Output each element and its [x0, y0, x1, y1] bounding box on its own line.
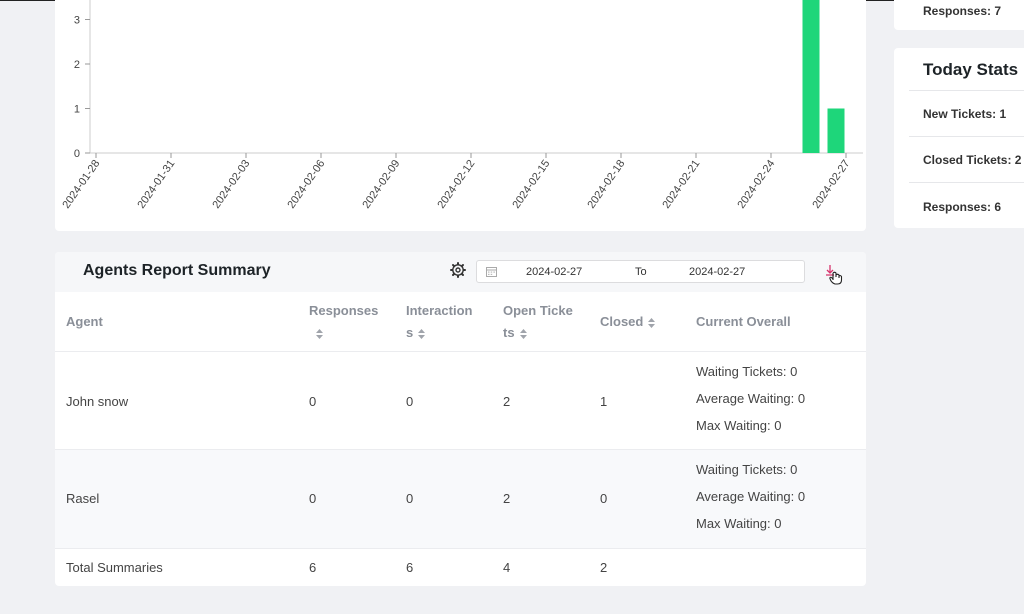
sort-icon[interactable] [519, 328, 528, 340]
stat-closed-tickets: Closed Tickets: 2 [923, 153, 1022, 167]
stats-card-partial: Responses: 7 [894, 0, 1024, 30]
gear-icon[interactable] [450, 262, 466, 278]
report-title: Agents Report Summary [83, 262, 271, 279]
date-range-picker[interactable]: 2024-02-27 To 2024-02-27 [476, 260, 805, 283]
cell-open-tickets: 2 [503, 394, 511, 409]
cell-responses: 0 [309, 491, 317, 506]
cell-interactions: 0 [406, 394, 414, 409]
col-open-tickets-label-wrap: ts [503, 325, 515, 340]
stat-new-tickets: New Tickets: 1 [923, 107, 1007, 121]
cell-waiting-tickets: Waiting Tickets: 0 [696, 462, 798, 477]
today-stats-title: Today Stats [923, 60, 1019, 79]
download-icon[interactable] [822, 263, 844, 285]
cell-average-waiting: Average Waiting: 0 [696, 391, 806, 406]
y-tick-label: 2 [74, 59, 80, 71]
total-open-tickets: 4 [503, 560, 511, 575]
cell-max-waiting: Max Waiting: 0 [696, 418, 782, 433]
col-open-tickets[interactable]: Open Ticke ts [503, 300, 573, 344]
col-closed-label: Closed [600, 314, 644, 329]
cell-closed: 0 [600, 491, 608, 506]
sort-icon[interactable] [647, 317, 656, 329]
divider [55, 351, 866, 352]
cell-interactions: 0 [406, 491, 414, 506]
x-tick-label: 2024-02-18 [585, 158, 627, 211]
agents-report-card: Agents Report Summary 2024-02-27 To 2024… [55, 252, 866, 586]
col-responses-label: Responses [309, 303, 379, 318]
today-stats-card: Today Stats New Tickets: 1 Closed Ticket… [894, 48, 1024, 228]
report-header: Agents Report Summary 2024-02-27 To 2024… [55, 252, 866, 292]
cell-max-waiting: Max Waiting: 0 [696, 516, 782, 531]
cell-agent: Rasel [66, 491, 100, 506]
stat-responses-today: Responses: 6 [923, 200, 1002, 214]
col-interactions[interactable]: Interaction s [406, 300, 472, 344]
y-tick-label: 0 [74, 148, 80, 160]
x-tick-label: 2024-02-15 [510, 158, 552, 211]
cell-average-waiting: Average Waiting: 0 [696, 489, 806, 504]
divider [909, 182, 1024, 183]
col-closed[interactable]: Closed [600, 311, 656, 333]
total-label: Total Summaries [66, 560, 163, 575]
tickets-bar-chart: 0 1 2 3 2024-01-28 2024-01-31 2024-02-03 2024-0… [60, 0, 863, 211]
divider [909, 90, 1024, 91]
x-tick-label: 2024-02-03 [210, 158, 252, 211]
x-tick-label: 2024-02-12 [435, 158, 477, 211]
sort-icon[interactable] [417, 328, 426, 340]
divider [909, 136, 1024, 137]
x-tick-label: 2024-02-24 [735, 158, 777, 211]
col-open-tickets-label: Open Ticke [503, 303, 573, 318]
date-range-separator: To [635, 266, 647, 278]
divider [55, 449, 866, 450]
divider [55, 548, 866, 549]
cell-agent: John snow [66, 394, 129, 409]
col-interactions-label: Interaction [406, 303, 473, 318]
x-tick-label: 2024-02-27 [810, 158, 852, 211]
y-tick-label: 3 [74, 15, 80, 27]
x-tick-label: 2024-01-28 [60, 158, 102, 211]
sort-icon[interactable] [315, 328, 324, 340]
col-interactions-label-wrap: s [406, 325, 414, 340]
col-agent: Agent [66, 314, 103, 329]
col-current-overall: Current Overall [696, 314, 791, 329]
date-end-input[interactable]: 2024-02-27 [689, 266, 745, 278]
total-closed: 2 [600, 560, 608, 575]
x-tick-label: 2024-01-31 [135, 158, 177, 211]
cell-closed: 1 [600, 394, 608, 409]
bar [827, 108, 845, 153]
calendar-icon [486, 267, 497, 277]
total-interactions: 6 [406, 560, 414, 575]
cell-responses: 0 [309, 394, 317, 409]
cell-open-tickets: 2 [503, 491, 511, 506]
x-tick-label: 2024-02-06 [285, 158, 327, 211]
cell-waiting-tickets: Waiting Tickets: 0 [696, 364, 798, 379]
tickets-chart-card: 0 1 2 3 2024-01-28 2024-01-31 2024-02-03 2024-0… [55, 0, 866, 231]
col-responses[interactable]: Responses [309, 300, 378, 344]
x-tick-label: 2024-02-09 [360, 158, 402, 211]
stat-responses: Responses: 7 [923, 4, 1002, 18]
x-tick-label: 2024-02-21 [660, 158, 702, 211]
y-tick-label: 1 [74, 104, 80, 116]
total-responses: 6 [309, 560, 317, 575]
bar [802, 0, 820, 153]
date-start-input[interactable]: 2024-02-27 [526, 266, 582, 278]
